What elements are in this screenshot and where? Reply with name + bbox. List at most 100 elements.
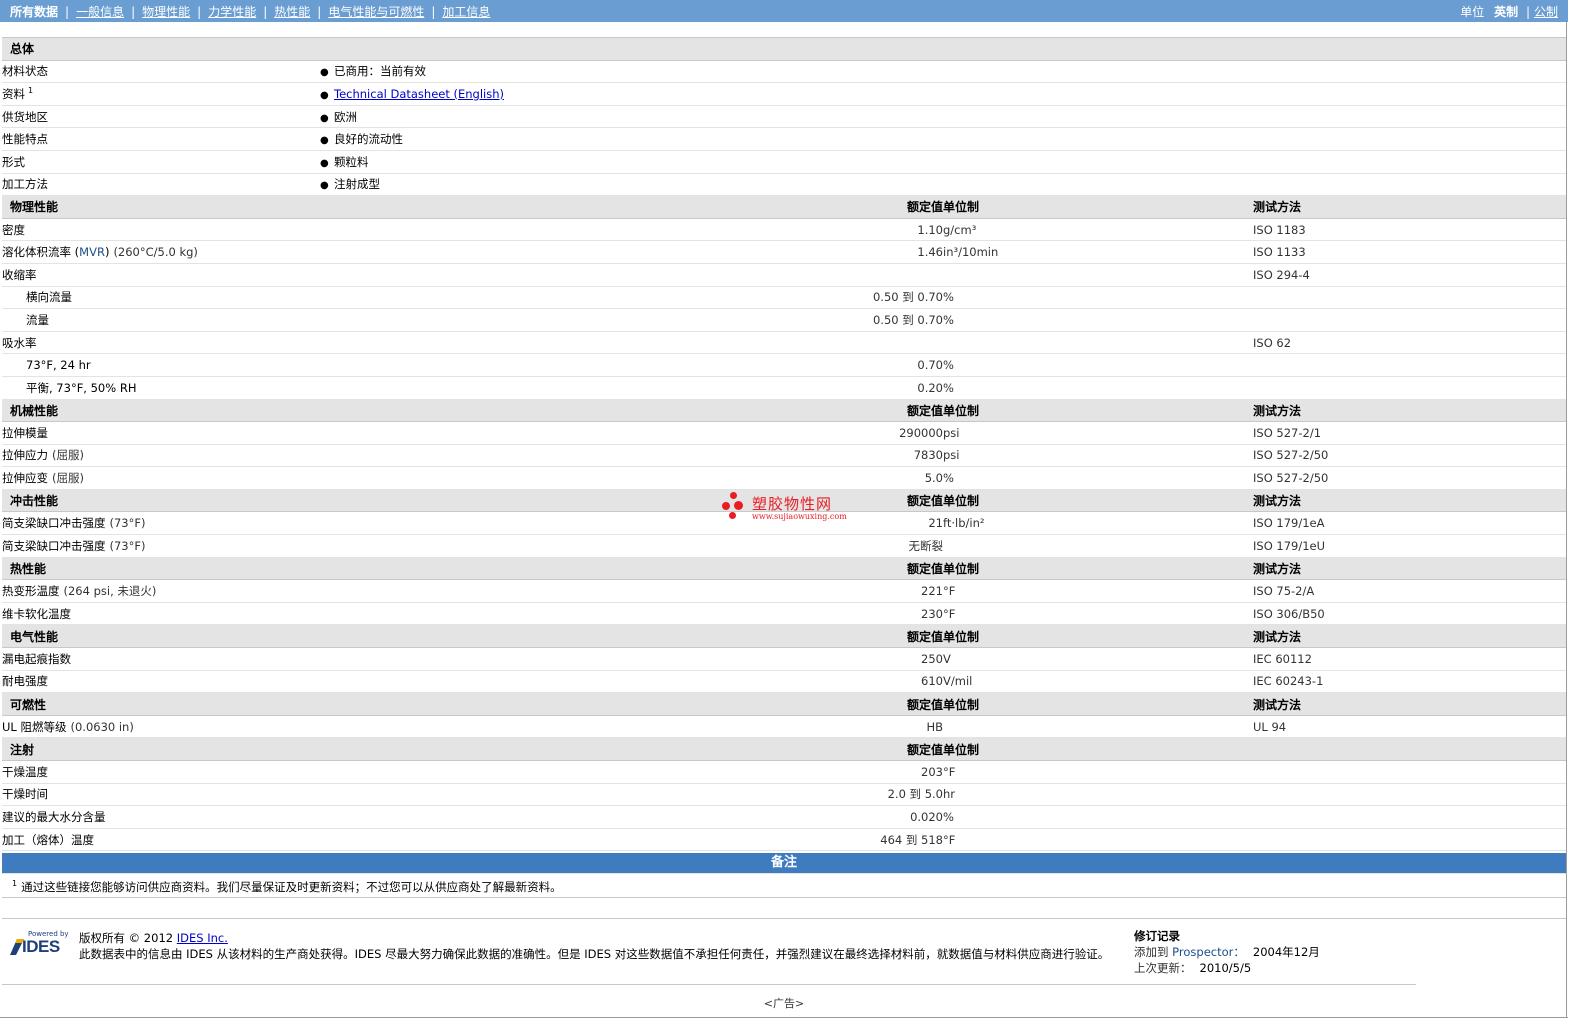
property-unit: psi (943, 421, 1253, 445)
property-label-text: 资料 (2, 86, 25, 101)
property-unit: g/cm³ (943, 218, 1253, 242)
property-label: 资料 1 (2, 82, 320, 106)
revision-title: 修订记录 (1134, 929, 1180, 943)
property-label: 拉伸模量 (2, 421, 320, 445)
property-label: 密度 (2, 218, 320, 242)
watermark-title: 塑胶物性网 (752, 495, 833, 513)
general-row: 加工方法 ● 注射成型 (2, 173, 1567, 197)
col-header-value: 额定值 (320, 398, 943, 423)
property-value: 无断裂 (320, 534, 943, 558)
property-label: 漏电起痕指数 (2, 647, 320, 671)
tab-physical[interactable]: 物理性能 (142, 5, 190, 19)
watermark-dot (730, 492, 737, 499)
property-value: 290000 (320, 421, 943, 445)
property-unit (943, 715, 1253, 739)
property-label-text: 形式 (2, 154, 25, 169)
section-title: 电气性能 (2, 624, 320, 649)
property-abbr: MVR (79, 245, 105, 260)
property-label: 简支梁缺口冲击强度 (73°F) (2, 534, 320, 558)
property-value: 2.0 到 5.0 (320, 783, 943, 807)
col-header-value: 额定值 (320, 195, 943, 219)
property-row: 简支梁缺口冲击强度 (73°F) 无断裂 ISO 179/1eU (2, 534, 1567, 558)
property-condition: (0.0630 in) (70, 719, 134, 734)
property-unit: °F (943, 579, 1253, 603)
property-unit: % (943, 286, 1253, 310)
watermark-dot (722, 502, 730, 510)
tab-separator: | (65, 5, 70, 19)
general-row: 供货地区 ● 欧洲 (2, 105, 1567, 129)
col-header-method: 测试方法 (1253, 488, 1567, 513)
property-label: 性能特点 (2, 127, 320, 151)
ides-inc-link[interactable]: IDES Inc. (177, 931, 228, 945)
added-label: 添加到 (1134, 945, 1173, 959)
test-method (1253, 286, 1567, 310)
property-row: 拉伸应力 (屈服) 7830 psi ISO 527-2/50 (2, 444, 1567, 468)
datasheet-link[interactable]: Technical Datasheet (English) (334, 87, 504, 101)
property-value: 良好的流动性 (334, 132, 403, 147)
property-row: 耐电强度 610 V/mil IEC 60243-1 (2, 670, 1567, 694)
bullet-icon: ● (320, 67, 329, 79)
test-method: ISO 179/1eU (1253, 534, 1567, 558)
property-label: 简支梁缺口冲击强度 (73°F) (2, 511, 320, 536)
property-condition: (屈服) (52, 471, 84, 486)
property-label-text: 平衡, 73°F, 50% RH (26, 380, 137, 395)
property-value (320, 331, 943, 355)
property-label-text: 73°F, 24 hr (26, 358, 91, 373)
property-row: 溶化体积流率 (MVR) (260°C/5.0 kg) 1.46 in³/10min I… (2, 240, 1567, 264)
bullet-icon: ● (320, 157, 329, 169)
property-row: 漏电起痕指数 250 V IEC 60112 (2, 647, 1567, 671)
divider (2, 984, 1416, 985)
section-header: 注射 额定值 单位制 (2, 737, 1567, 761)
property-unit: % (943, 466, 1253, 490)
property-label-text: 材料状态 (2, 64, 48, 79)
property-row: UL 阻燃等级 (0.0630 in) HB UL 94 (2, 715, 1567, 739)
copyright-block: 版权所有 © 2012 IDES Inc. 此数据表中的信息由 IDES 从该材… (79, 930, 1109, 962)
property-label-text: 热变形温度 (2, 584, 60, 599)
property-label: 热变形温度 (264 psi, 未退火) (2, 579, 320, 603)
test-method: IEC 60112 (1253, 647, 1567, 671)
section-tabs: 所有数据 | 一般信息 | 物理性能 | 力学性能 | 热性能 | 电气性能与可燃性 | 加工信息 (10, 3, 490, 20)
property-row: 加工（熔体）温度 464 到 518 °F (2, 828, 1567, 852)
property-value: 0.50 到 0.70 (320, 308, 943, 332)
tab-electrical-flammability[interactable]: 电气性能与可燃性 (328, 5, 424, 19)
tab-general-info[interactable]: 一般信息 (76, 5, 124, 19)
property-label: 溶化体积流率 (MVR) (260°C/5.0 kg) (2, 240, 320, 264)
unit-imperial[interactable]: 英制 (1494, 5, 1518, 19)
property-unit: % (943, 308, 1253, 332)
col-header-method: 测试方法 (1253, 556, 1567, 581)
property-unit: % (943, 353, 1253, 377)
property-label-text: 拉伸应力 (2, 448, 48, 463)
section-title: 热性能 (2, 556, 320, 581)
ides-logo[interactable]: Powered by IDES (8, 930, 70, 960)
notes-header: 备注 (2, 853, 1566, 873)
property-condition: (73°F) (109, 538, 146, 553)
unit-metric[interactable]: 公制 (1534, 5, 1558, 19)
page-frame-right (1566, 22, 1567, 1017)
property-label-text: 供货地区 (2, 109, 48, 124)
property-unit: ft·lb/in² (943, 511, 1253, 536)
property-label: 流量 (2, 308, 320, 332)
divider (2, 897, 1566, 898)
property-condition: (73°F) (109, 516, 146, 531)
property-unit (943, 534, 1253, 558)
property-label-text: 维卡软化温度 (2, 606, 71, 621)
property-label: 拉伸应力 (屈服) (2, 444, 320, 468)
tab-thermal[interactable]: 热性能 (274, 5, 310, 19)
tab-mechanical[interactable]: 力学性能 (208, 5, 256, 19)
property-label-text: 加工方法 (2, 177, 48, 192)
tab-all-data[interactable]: 所有数据 (10, 5, 58, 19)
property-unit: °F (943, 760, 1253, 784)
property-label-text: 简支梁缺口冲击强度 (2, 538, 106, 553)
property-unit: % (943, 376, 1253, 400)
section-header: 可燃性 额定值 单位制 测试方法 (2, 692, 1567, 716)
property-row: 热变形温度 (264 psi, 未退火) 221 °F ISO 75-2/A (2, 579, 1567, 603)
property-row: 干燥温度 203 °F (2, 760, 1567, 784)
property-label: 吸水率 (2, 331, 320, 355)
col-header-method: 测试方法 (1253, 398, 1567, 423)
property-value: 464 到 518 (320, 828, 943, 852)
tab-processing[interactable]: 加工信息 (442, 5, 490, 19)
property-row: 干燥时间 2.0 到 5.0 hr (2, 783, 1567, 807)
property-value: 221 (320, 579, 943, 603)
test-method: ISO 62 (1253, 331, 1567, 355)
property-row: 73°F, 24 hr 0.70% (2, 353, 1567, 377)
